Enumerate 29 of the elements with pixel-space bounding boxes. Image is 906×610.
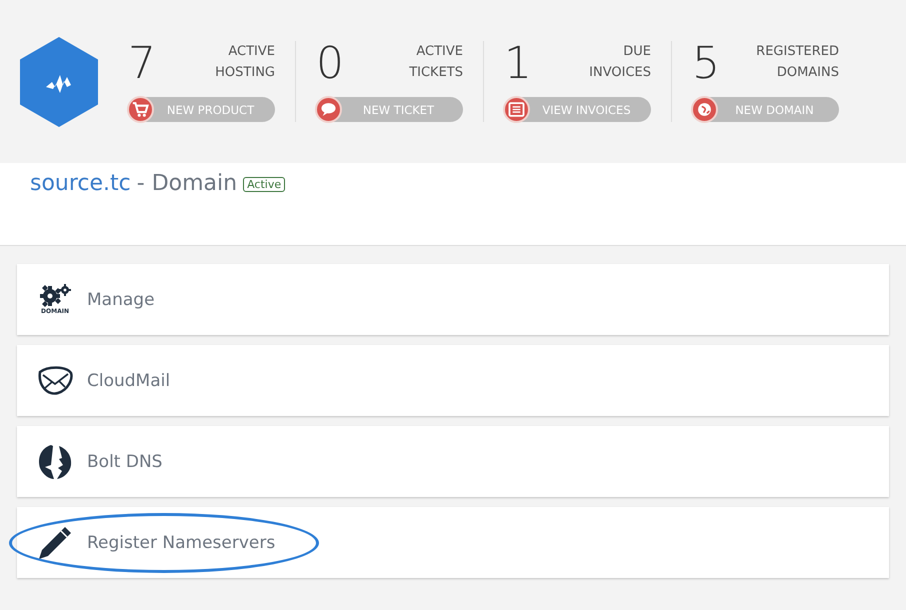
stat-label: INVOICES <box>589 64 651 82</box>
menu-card[interactable]: CloudMail <box>17 345 889 416</box>
stat-label: DOMAINS <box>776 64 839 82</box>
stat-label: TICKETS <box>409 64 463 82</box>
envelope-icon <box>37 366 73 396</box>
list-icon <box>503 96 530 123</box>
card-label: CloudMail <box>87 370 170 390</box>
stat-count: 0 <box>316 41 344 87</box>
stat-count: 1 <box>504 41 532 87</box>
stat-label: REGISTERED <box>756 43 839 61</box>
menu-card[interactable]: Bolt DNS <box>17 426 889 497</box>
logo-icon <box>20 36 98 126</box>
stat-label: ACTIVE <box>416 43 463 61</box>
stat-label: ACTIVE <box>228 43 275 61</box>
stat-count: 7 <box>128 41 156 87</box>
stat-label: HOSTING <box>215 64 275 82</box>
stat-count: 5 <box>692 41 720 87</box>
globe-icon <box>691 96 718 123</box>
card-label: Bolt DNS <box>87 452 162 472</box>
card-label: Register Nameservers <box>87 532 276 552</box>
status-label: Active <box>243 177 286 192</box>
pencil-icon <box>37 524 73 560</box>
page-title: - Domain <box>136 171 238 196</box>
cart-icon <box>127 96 154 123</box>
speech-bubble-icon <box>315 96 342 123</box>
bolt-shield-icon <box>37 444 73 480</box>
card-label: Manage <box>87 290 155 310</box>
stat-label: DUE <box>623 43 651 61</box>
domain-link[interactable]: source.tc <box>30 171 131 196</box>
